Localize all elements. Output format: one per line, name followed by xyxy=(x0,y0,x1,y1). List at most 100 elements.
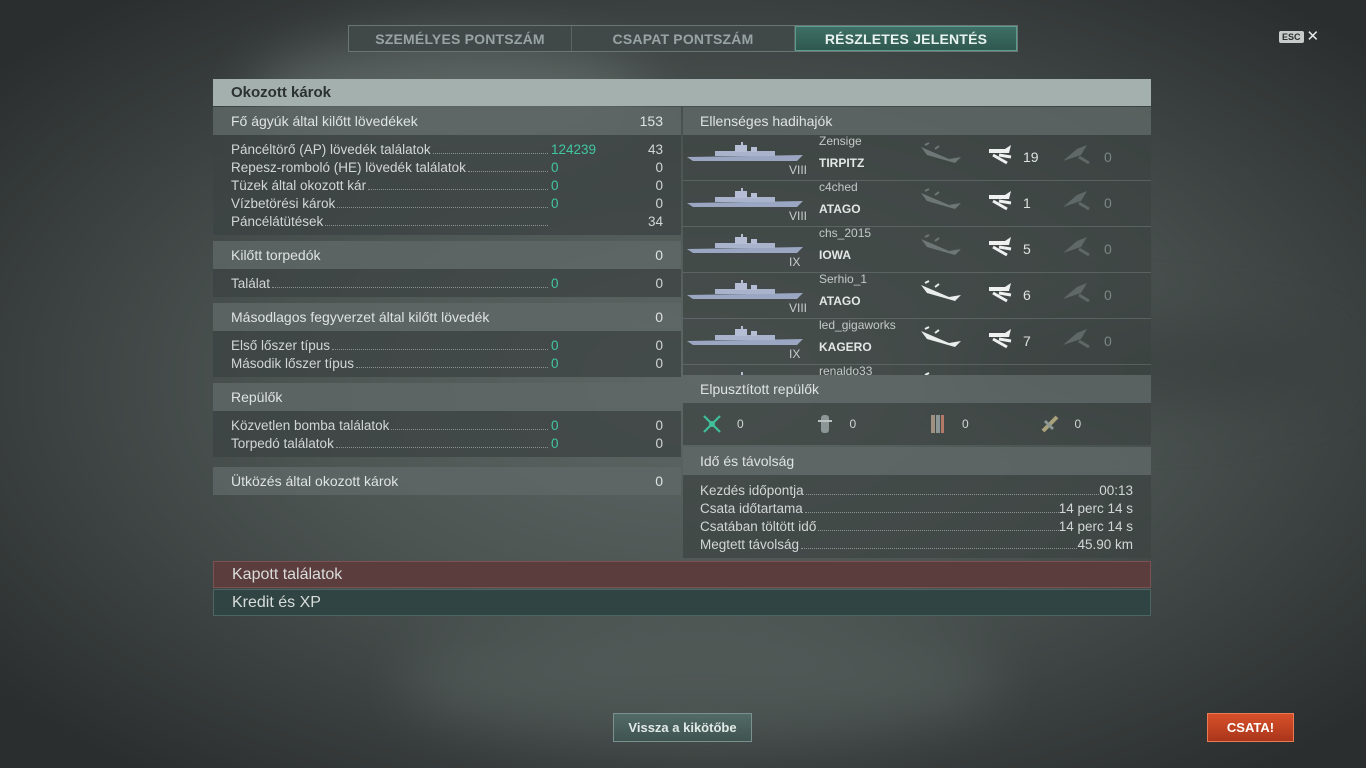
enemy-column: Ellenséges hadihajók VIII Zensige TIRPITZ 1… xyxy=(683,106,1151,558)
stat-green-value: 0 xyxy=(551,196,559,211)
ship-afloat-icon xyxy=(919,233,963,257)
damage-dealt-header[interactable]: Okozott károk xyxy=(213,79,1151,106)
time-label: Kezdés időpontja xyxy=(700,483,804,498)
stat-green-value: 0 xyxy=(551,178,559,193)
torpedo-hits-count: 0 xyxy=(1104,149,1112,165)
stat-label: Találat xyxy=(231,276,271,291)
ship-name: ATAGO xyxy=(819,294,861,308)
stat-row: Torpedó találatok 0 0 xyxy=(231,433,663,451)
ship-afloat-icon xyxy=(919,141,963,165)
plane-count: 0 xyxy=(737,417,744,431)
ship-sunk-icon xyxy=(919,371,963,375)
tab-detailed-report[interactable]: RÉSZLETES JELENTÉS xyxy=(795,26,1017,51)
torpedo-hits-count: 0 xyxy=(1104,287,1112,303)
stat-value: 0 xyxy=(655,196,663,211)
ship-name: IOWA xyxy=(819,248,851,262)
time-value: 00:13 xyxy=(1099,483,1133,498)
section-value: 0 xyxy=(655,247,663,263)
shell-hits-count: 6 xyxy=(1023,287,1031,303)
ship-tier: IX xyxy=(789,255,801,269)
main-guns-rows: Páncéltörő (AP) lövedék találatok 124239 4… xyxy=(213,135,681,235)
stat-green-value: 0 xyxy=(551,338,559,353)
time-distance-rows: Kezdés időpontja 00:13 Csata időtartama 14… xyxy=(683,475,1151,558)
time-value: 14 perc 14 s xyxy=(1058,501,1133,516)
enemy-ships-header: Ellenséges hadihajók xyxy=(683,107,1151,135)
time-label: Megtett távolság xyxy=(700,537,800,552)
enemy-ship-list[interactable]: VIII Zensige TIRPITZ 19 0 VIII c4ched ATAGO 1 0 IX… xyxy=(683,135,1151,375)
ship-afloat-icon xyxy=(919,187,963,211)
ship-silhouette xyxy=(685,141,805,163)
torpedo-hits-icon xyxy=(1059,279,1093,305)
stat-label: Első lőszer típus xyxy=(231,338,331,353)
time-label: Csatában töltött idő xyxy=(700,519,817,534)
section-value: 0 xyxy=(655,473,663,489)
stat-green-value: 0 xyxy=(551,418,559,433)
time-value: 14 perc 14 s xyxy=(1058,519,1133,534)
stat-label: Repesz-romboló (HE) lövedék találatok xyxy=(231,160,466,175)
section-label: Fő ágyúk által kilőtt lövedékek xyxy=(231,113,418,129)
tab-personal-score[interactable]: SZEMÉLYES PONTSZÁM xyxy=(349,26,572,51)
torpedo-hits-count: 0 xyxy=(1104,195,1112,211)
stat-row: Vízbetörési károk 0 0 xyxy=(231,193,663,211)
planes-rows: Közvetlen bomba találatok 0 0 Torpedó talá… xyxy=(213,411,681,457)
stat-value: 0 xyxy=(655,178,663,193)
shell-hits-icon xyxy=(985,141,1017,167)
ship-tier: VIII xyxy=(789,209,808,223)
torpedo-bomber-icon xyxy=(931,415,944,433)
ship-sunk-icon xyxy=(919,325,963,349)
fighter-icon xyxy=(703,415,721,433)
player-name: c4ched xyxy=(819,180,858,194)
torpedo-hits-count: 0 xyxy=(1104,333,1112,349)
ship-silhouette xyxy=(685,325,805,347)
time-row: Megtett távolság 45.90 km xyxy=(700,534,1133,552)
tab-team-score[interactable]: CSAPAT PONTSZÁM xyxy=(572,26,795,51)
stat-row: Találat 0 0 xyxy=(231,273,663,291)
stat-row: Páncéltörő (AP) lövedék találatok 124239 4… xyxy=(231,139,663,157)
ship-silhouette xyxy=(685,371,805,375)
back-to-port-button[interactable]: Vissza a kikötőbe xyxy=(613,713,752,742)
ship-tier: IX xyxy=(789,347,801,361)
plane-count: 0 xyxy=(1074,417,1082,431)
ship-silhouette xyxy=(685,279,805,301)
stat-value: 34 xyxy=(647,214,663,229)
plane-count: 0 xyxy=(962,417,969,431)
enemy-ship-row: VIII Serhio_1 ATAGO 6 0 xyxy=(683,272,1151,319)
stat-row: Közvetlen bomba találatok 0 0 xyxy=(231,415,663,433)
stat-green-value: 124239 xyxy=(551,142,597,157)
ship-tier: VIII xyxy=(789,301,808,315)
stat-green-value: 0 xyxy=(551,436,559,451)
torpedo-hits-count: 0 xyxy=(1104,241,1112,257)
battle-button[interactable]: CSATA! xyxy=(1207,713,1294,742)
stat-row: Tüzek által okozott kár 0 0 xyxy=(231,175,663,193)
close-button[interactable]: ESC ✕ xyxy=(1279,29,1319,44)
stat-row: Repesz-romboló (HE) lövedék találatok 0 0 xyxy=(231,157,663,175)
shell-hits-count: 1 xyxy=(1023,195,1031,211)
stat-label: Páncéltörő (AP) lövedék találatok xyxy=(231,142,431,157)
shell-hits-icon xyxy=(985,371,1017,375)
stat-value: 0 xyxy=(655,418,663,433)
section-value: 0 xyxy=(655,309,663,325)
shell-hits-count: 5 xyxy=(1023,241,1031,257)
stat-row: Páncélátütések 34 xyxy=(231,211,663,229)
credits-xp-bar[interactable]: Kredit és XP xyxy=(213,589,1151,616)
section-label: Másodlagos fegyverzet által kilőtt löved… xyxy=(231,309,490,325)
stat-green-value: 0 xyxy=(551,160,559,175)
player-name: renaldo33 xyxy=(819,364,873,375)
dive-bomber-icon xyxy=(1041,415,1058,433)
torpedo-hits-icon xyxy=(1059,233,1093,259)
stat-value: 0 xyxy=(655,276,663,291)
torpedo-hits-icon xyxy=(1059,325,1093,351)
ship-silhouette xyxy=(685,233,805,255)
shell-hits-count: 19 xyxy=(1023,149,1039,165)
time-row: Kezdés időpontja 00:13 xyxy=(700,480,1133,498)
torpedo-hits-icon xyxy=(1059,141,1093,167)
bomber-icon xyxy=(817,415,832,433)
plane-stat: 0 xyxy=(1039,413,1152,435)
secondary-rows: Első lőszer típus 0 0 Második lőszer típus… xyxy=(213,331,681,377)
ship-silhouette xyxy=(685,187,805,209)
received-hits-bar[interactable]: Kapott találatok xyxy=(213,561,1151,588)
time-row: Csatában töltött idő 14 perc 14 s xyxy=(700,516,1133,534)
player-name: Zensige xyxy=(819,135,862,148)
shell-hits-icon xyxy=(985,279,1017,305)
stat-label: Második lőszer típus xyxy=(231,356,355,371)
